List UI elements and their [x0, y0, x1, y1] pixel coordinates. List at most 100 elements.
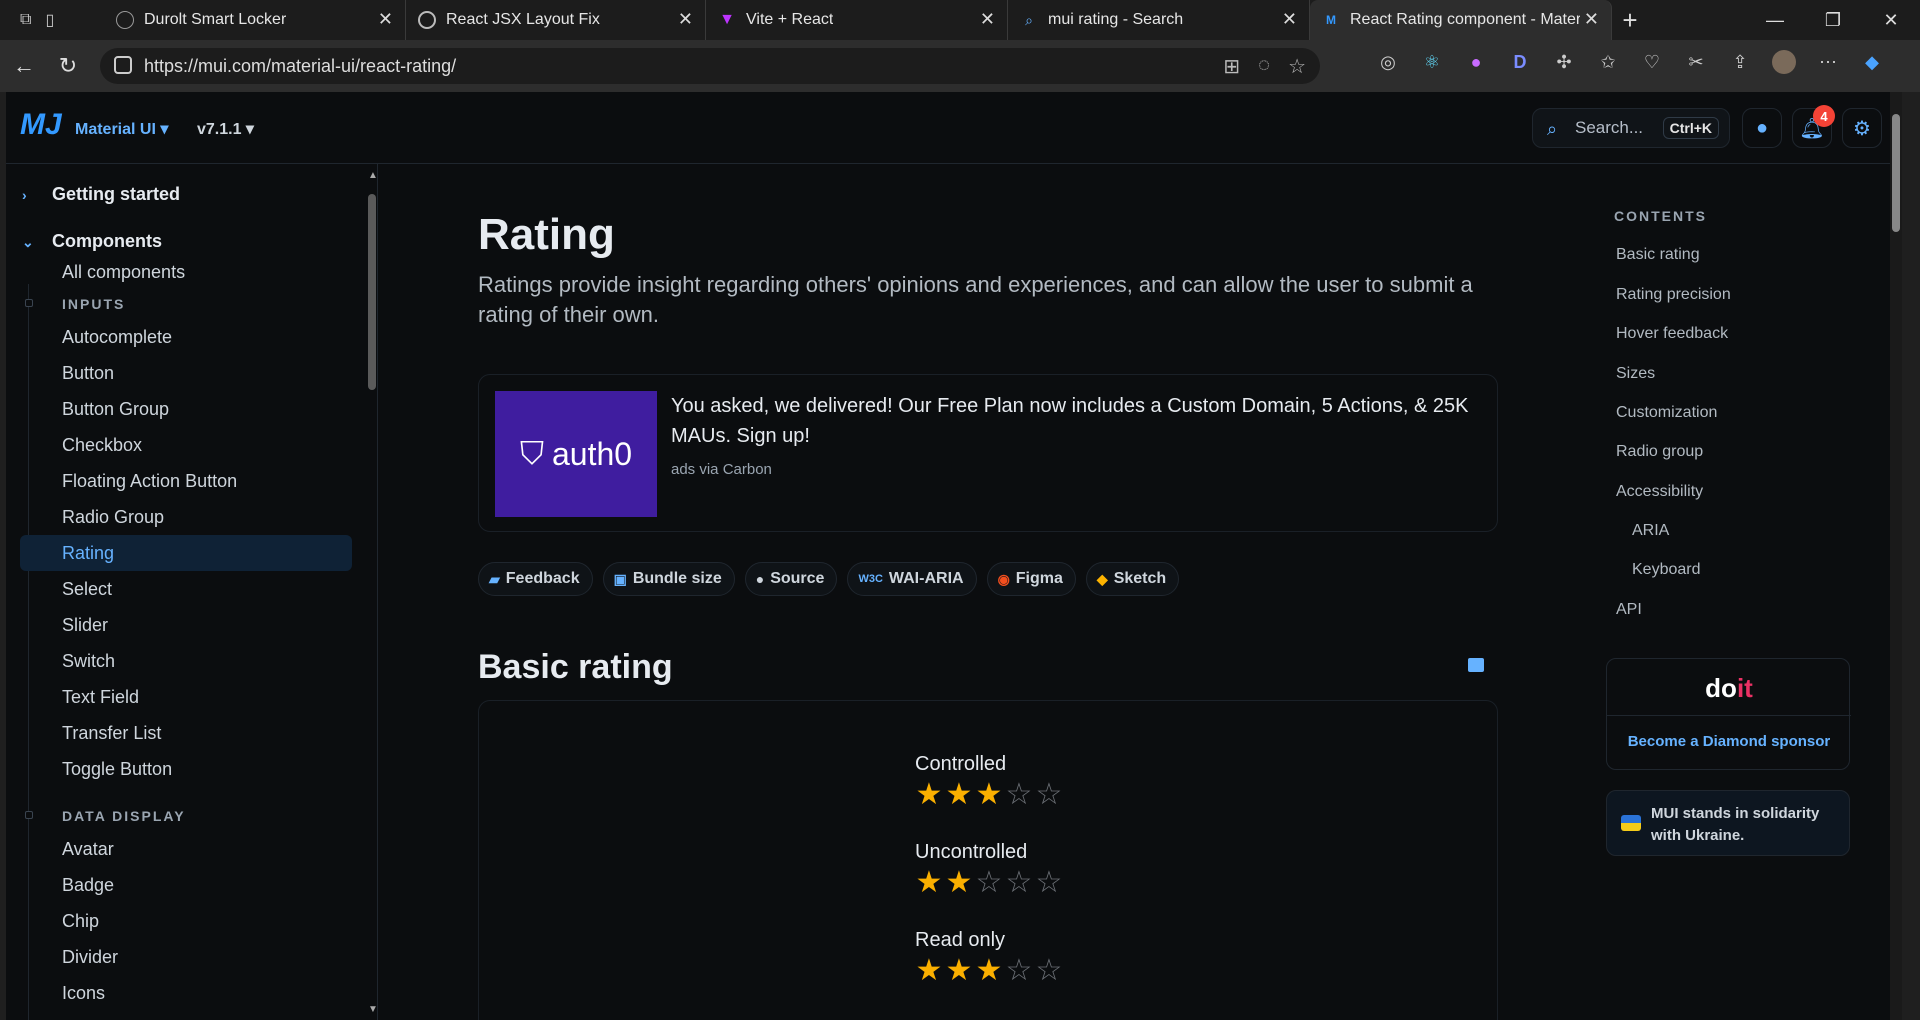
- more-icon[interactable]: ⋯: [1816, 50, 1840, 74]
- back-icon[interactable]: ←: [2, 53, 46, 79]
- close-icon[interactable]: ✕: [1282, 9, 1297, 30]
- tab-mui-rating[interactable]: M React Rating component - Material UI ✕: [1310, 0, 1612, 40]
- sidebar-item-toggle-button[interactable]: Toggle Button: [20, 751, 352, 787]
- ad-attribution[interactable]: ads via Carbon: [671, 461, 772, 478]
- doit-logo[interactable]: doit: [1607, 673, 1851, 704]
- sidebar-item-rating[interactable]: Rating: [20, 535, 352, 571]
- profile-avatar[interactable]: [1772, 50, 1796, 74]
- toc-item-sizes[interactable]: Sizes: [1616, 365, 1655, 383]
- star-filled-icon[interactable]: ★: [975, 780, 1003, 810]
- extensions-puzzle-icon[interactable]: ✣: [1552, 50, 1576, 74]
- close-icon[interactable]: ✕: [678, 9, 693, 30]
- sidebar-item-transfer-list[interactable]: Transfer List: [20, 715, 352, 751]
- rating-stars[interactable]: ★ ★ ☆ ☆ ☆: [915, 868, 1063, 898]
- favorite-star-icon[interactable]: ☆: [1288, 54, 1306, 79]
- toc-item-basic-rating[interactable]: Basic rating: [1616, 246, 1700, 264]
- sketch-chip[interactable]: ◆ Sketch: [1085, 562, 1180, 596]
- star-filled-icon[interactable]: ★: [945, 868, 973, 898]
- toc-item-customization[interactable]: Customization: [1616, 404, 1717, 422]
- toc-item-api[interactable]: API: [1616, 601, 1642, 619]
- new-tab-icon[interactable]: +: [1612, 5, 1648, 36]
- rating-stars[interactable]: ★ ★ ★ ☆ ☆: [915, 780, 1063, 810]
- become-sponsor-link[interactable]: Become a Diamond sponsor: [1607, 733, 1851, 750]
- url-field[interactable]: https://mui.com/material-ui/react-rating…: [100, 48, 1320, 84]
- sidebar-item-autocomplete[interactable]: Autocomplete: [20, 319, 352, 355]
- toc-item-hover-feedback[interactable]: Hover feedback: [1616, 325, 1728, 343]
- bundle-size-chip[interactable]: ▣ Bundle size: [602, 562, 735, 596]
- close-icon[interactable]: ✕: [980, 9, 995, 30]
- share-icon[interactable]: ⇪: [1728, 50, 1752, 74]
- sidebar-item-switch[interactable]: Switch: [20, 643, 352, 679]
- ad-image[interactable]: ⛉ auth0: [495, 391, 657, 517]
- star-filled-icon[interactable]: ★: [945, 780, 973, 810]
- extension-purple-icon[interactable]: ●: [1464, 50, 1488, 74]
- sidebar-item-chip[interactable]: Chip: [20, 903, 352, 939]
- star-empty-icon[interactable]: ☆: [1005, 868, 1033, 898]
- minimize-icon[interactable]: —: [1746, 0, 1804, 40]
- close-window-icon[interactable]: ✕: [1862, 0, 1920, 40]
- toc-item-accessibility[interactable]: Accessibility: [1616, 483, 1703, 501]
- notifications-button[interactable]: 🔔︎ 4: [1792, 105, 1835, 148]
- sidebar-item-slider[interactable]: Slider: [20, 607, 352, 643]
- ukraine-banner[interactable]: MUI stands in solidarity with Ukraine.: [1606, 790, 1850, 856]
- page-scrollbar[interactable]: [1890, 92, 1902, 1020]
- toc-item-radio-group[interactable]: Radio group: [1616, 443, 1703, 461]
- react-devtools-icon[interactable]: ⚛: [1420, 50, 1444, 74]
- sidebar-item-radio-group[interactable]: Radio Group: [20, 499, 352, 535]
- star-filled-icon[interactable]: ★: [915, 780, 943, 810]
- star-empty-icon[interactable]: ☆: [1035, 780, 1063, 810]
- refresh-icon[interactable]: ↻: [46, 53, 90, 79]
- scroll-up-icon[interactable]: ▲: [368, 170, 378, 181]
- star-filled-icon[interactable]: ★: [915, 868, 943, 898]
- extension-d-icon[interactable]: D: [1508, 50, 1532, 74]
- sidebar-item-all-components[interactable]: All components: [20, 254, 352, 290]
- sidebar-item-checkbox[interactable]: Checkbox: [20, 427, 352, 463]
- health-icon[interactable]: ♡: [1640, 50, 1664, 74]
- version-selector[interactable]: v7.1.1 ▾: [197, 119, 254, 139]
- toc-item-keyboard[interactable]: Keyboard: [1632, 561, 1701, 579]
- favorites-icon[interactable]: ✩: [1596, 50, 1620, 74]
- feedback-chip[interactable]: ▰ Feedback: [478, 562, 593, 596]
- sidebar-item-avatar[interactable]: Avatar: [20, 831, 352, 867]
- sidebar-scrollbar[interactable]: ▲ ▼: [366, 164, 378, 1020]
- mui-logo-icon[interactable]: MJ: [20, 108, 62, 146]
- sidebar-item-text-field[interactable]: Text Field: [20, 679, 352, 715]
- tab-search[interactable]: ⌕ mui rating - Search ✕: [1008, 0, 1310, 40]
- sidebar-getting-started[interactable]: › Getting started: [22, 184, 180, 205]
- sidebar-item-icons[interactable]: Icons: [20, 975, 352, 1011]
- carbon-ad[interactable]: ⛉ auth0 You asked, we delivered! Our Free…: [478, 374, 1498, 532]
- tab-chatgpt[interactable]: React JSX Layout Fix ✕: [406, 0, 706, 40]
- sidebar-item-button[interactable]: Button: [20, 355, 352, 391]
- source-chip[interactable]: ● Source: [744, 562, 838, 596]
- search-button[interactable]: ⌕ Search... Ctrl+K: [1532, 108, 1730, 148]
- sidebar-item-badge[interactable]: Badge: [20, 867, 352, 903]
- scrollbar-thumb[interactable]: [368, 194, 376, 390]
- sidebar-item-fab[interactable]: Floating Action Button: [20, 463, 352, 499]
- sidebar-components[interactable]: ⌄ Components: [22, 231, 162, 252]
- restore-icon[interactable]: ❐: [1804, 0, 1862, 40]
- close-icon[interactable]: ✕: [378, 9, 393, 30]
- toc-item-aria[interactable]: ARIA: [1632, 522, 1669, 540]
- ad-text[interactable]: You asked, we delivered! Our Free Plan n…: [671, 391, 1481, 451]
- tab-vite[interactable]: ▼ Vite + React ✕: [706, 0, 1008, 40]
- vertical-tabs-icon[interactable]: ▯: [45, 10, 54, 30]
- app-available-icon[interactable]: ⊞: [1223, 54, 1240, 79]
- screenshot-icon[interactable]: ✂: [1684, 50, 1708, 74]
- settings-button[interactable]: ⚙: [1842, 108, 1882, 148]
- scrollbar-thumb[interactable]: [1892, 114, 1900, 232]
- diamond-sponsor-card[interactable]: doit Become a Diamond sponsor: [1606, 658, 1851, 770]
- sidebar-item-select[interactable]: Select: [20, 571, 352, 607]
- edit-feedback-icon[interactable]: [1468, 658, 1484, 672]
- tab-durolt[interactable]: Durolt Smart Locker ✕: [104, 0, 406, 40]
- reader-icon[interactable]: ◌: [1258, 54, 1270, 79]
- extension-circle-icon[interactable]: ◎: [1376, 50, 1400, 74]
- star-empty-icon[interactable]: ☆: [1035, 868, 1063, 898]
- close-icon[interactable]: ✕: [1584, 9, 1599, 30]
- workspaces-icon[interactable]: ⧉: [20, 11, 31, 29]
- toc-item-rating-precision[interactable]: Rating precision: [1616, 286, 1731, 304]
- copilot-icon[interactable]: ◆: [1860, 50, 1884, 74]
- scroll-down-icon[interactable]: ▼: [368, 1004, 378, 1015]
- wai-aria-chip[interactable]: W3C WAI-ARIA: [847, 562, 977, 596]
- star-empty-icon[interactable]: ☆: [975, 868, 1003, 898]
- github-button[interactable]: ●: [1742, 108, 1782, 148]
